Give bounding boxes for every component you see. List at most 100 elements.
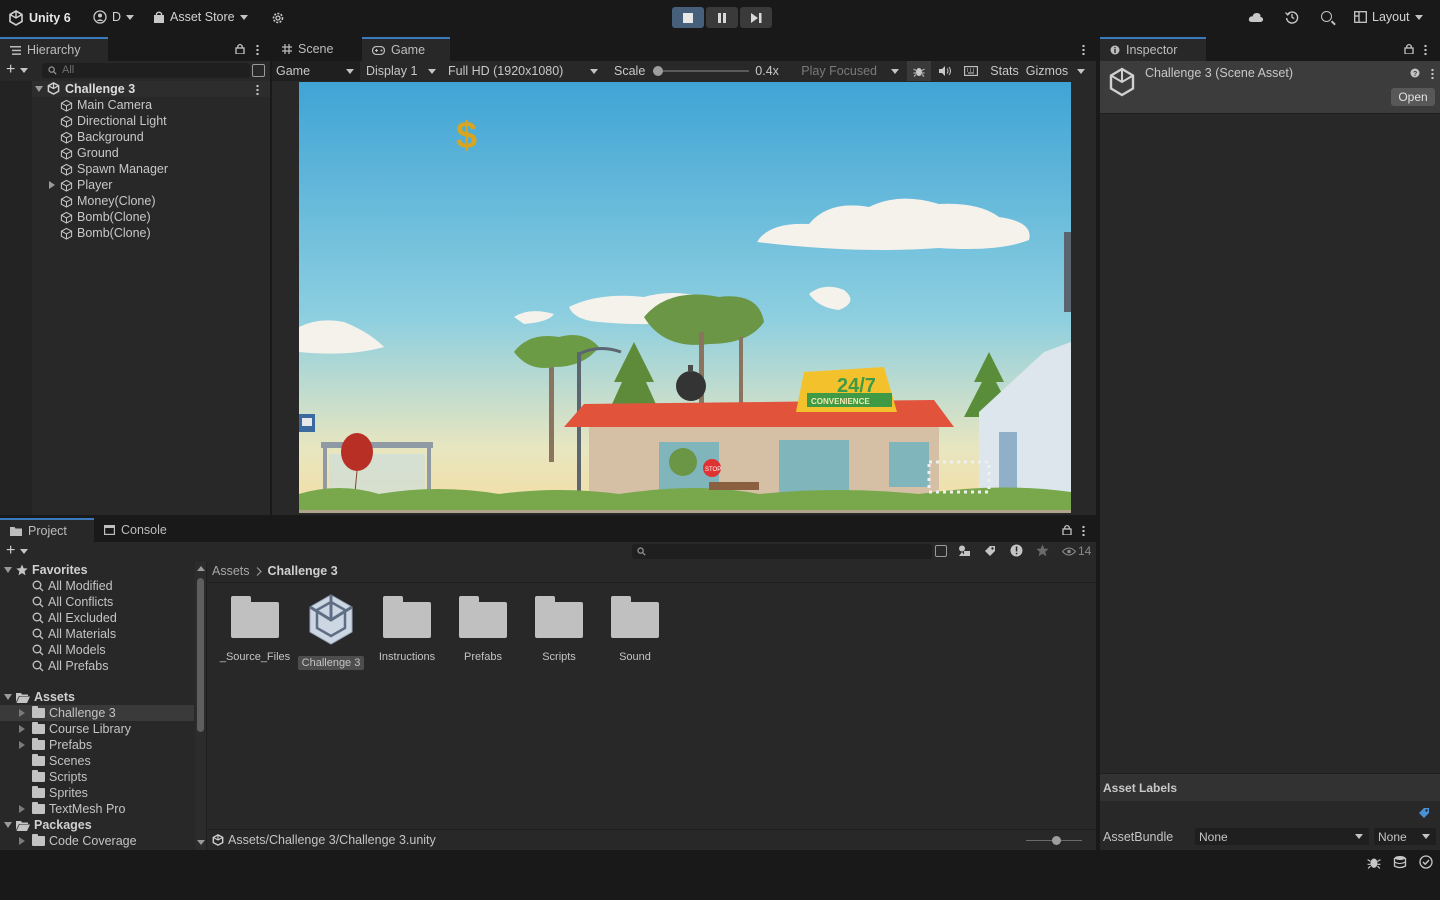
kebab-menu-icon[interactable]	[1431, 68, 1434, 79]
shortcuts-button[interactable]	[959, 61, 983, 81]
frame-debugger-button[interactable]	[907, 61, 932, 81]
breadcrumb-root[interactable]: Assets	[212, 564, 250, 578]
history-button[interactable]	[1285, 10, 1299, 24]
asset-grid-item[interactable]: Scripts	[521, 596, 597, 664]
hidden-packages-toggle[interactable]: 14	[1062, 544, 1091, 558]
asset-grid-item[interactable]: _Source_Files	[217, 596, 293, 664]
check-circle-icon[interactable]	[1419, 855, 1433, 869]
favorite-item[interactable]: All Prefabs	[32, 658, 117, 674]
asset-folder-item[interactable]: Sprites	[32, 785, 131, 801]
expand-arrow-icon[interactable]	[35, 86, 43, 92]
icon-size-slider-thumb[interactable]	[1052, 836, 1061, 845]
lock-icon[interactable]	[1062, 524, 1072, 535]
stats-button[interactable]: Stats	[990, 64, 1019, 78]
expand-arrow-icon[interactable]	[19, 725, 25, 733]
tab-hierarchy[interactable]: Hierarchy	[0, 37, 108, 61]
cache-server-icon[interactable]	[1393, 855, 1407, 869]
expand-arrow-icon[interactable]	[19, 741, 25, 749]
asset-bundle-dropdown[interactable]: None	[1195, 828, 1369, 845]
game-mode-dropdown[interactable]: Game	[272, 61, 360, 81]
scene-header-row[interactable]: Challenge 3	[32, 81, 270, 97]
kebab-menu-icon[interactable]	[256, 44, 259, 55]
step-button[interactable]	[740, 7, 772, 28]
scale-slider[interactable]	[653, 66, 750, 76]
hierarchy-item[interactable]: Bomb(Clone)	[60, 209, 265, 225]
display-dropdown[interactable]: Display 1	[362, 61, 442, 81]
resolution-dropdown[interactable]: Full HD (1920x1080)	[444, 61, 604, 81]
asset-folder-item[interactable]: Scripts	[32, 769, 131, 785]
asset-folder-item[interactable]: Course Library	[19, 721, 131, 737]
scroll-down-icon[interactable]	[197, 840, 205, 845]
favorite-item[interactable]: All Models	[32, 642, 117, 658]
pause-button[interactable]	[706, 7, 738, 28]
kebab-menu-icon[interactable]	[1424, 44, 1427, 55]
stop-button[interactable]	[672, 7, 704, 28]
services-gear-button[interactable]	[271, 11, 285, 25]
log-info-icon[interactable]	[1010, 544, 1023, 557]
expand-arrow-icon[interactable]	[19, 709, 25, 717]
hierarchy-search-input[interactable]: All	[42, 63, 250, 78]
hierarchy-item[interactable]: Main Camera	[60, 97, 265, 113]
expand-arrow-icon[interactable]	[19, 837, 25, 845]
tab-console[interactable]: Console	[94, 518, 184, 542]
debug-mode-icon[interactable]	[1367, 855, 1381, 869]
asset-folder-item[interactable]: Scenes	[32, 753, 131, 769]
cloud-button[interactable]	[1248, 11, 1264, 23]
expand-arrow-icon[interactable]	[4, 567, 12, 573]
expand-arrow-icon[interactable]	[19, 805, 25, 813]
asset-grid-item[interactable]: Challenge 3	[293, 594, 369, 670]
icon-size-slider[interactable]	[1026, 836, 1082, 845]
tab-scene[interactable]: Scene	[272, 37, 360, 61]
tree-scrollbar-thumb[interactable]	[197, 578, 204, 732]
star-icon[interactable]	[1036, 544, 1049, 557]
favorite-item[interactable]: All Modified	[32, 578, 117, 594]
packages-section[interactable]: Packages	[4, 817, 92, 833]
asset-bundle-variant-dropdown[interactable]: None	[1374, 828, 1436, 845]
tree-scrollbar[interactable]	[195, 562, 207, 850]
hierarchy-item[interactable]: Background	[60, 129, 265, 145]
search-options-icon[interactable]	[252, 64, 265, 77]
mute-audio-button[interactable]	[933, 61, 957, 81]
layout-dropdown[interactable]: Layout	[1354, 10, 1423, 24]
favorite-item[interactable]: All Excluded	[32, 610, 117, 626]
asset-folder-item[interactable]: Prefabs	[19, 737, 131, 753]
kebab-menu-icon[interactable]	[1082, 525, 1085, 536]
lock-icon[interactable]	[1404, 43, 1414, 54]
favorite-item[interactable]: All Conflicts	[32, 594, 117, 610]
lock-icon[interactable]	[235, 43, 245, 54]
hierarchy-item[interactable]: Bomb(Clone)	[60, 225, 265, 241]
gizmos-dropdown-icon[interactable]	[1077, 68, 1086, 74]
tab-inspector[interactable]: Inspector	[1100, 37, 1206, 61]
kebab-menu-icon[interactable]	[1082, 44, 1085, 55]
expand-arrow-icon[interactable]	[49, 181, 55, 189]
add-label-button[interactable]	[1418, 807, 1430, 819]
hierarchy-item[interactable]: Money(Clone)	[60, 193, 265, 209]
tab-game[interactable]: Game	[362, 37, 450, 61]
expand-arrow-icon[interactable]	[4, 694, 12, 700]
scale-slider-thumb[interactable]	[653, 66, 664, 76]
asset-store-dropdown[interactable]: Asset Store	[153, 10, 248, 24]
favorite-item[interactable]: All Materials	[32, 626, 117, 642]
project-create-button[interactable]: +	[6, 543, 29, 559]
search-button[interactable]	[1321, 11, 1332, 22]
assets-section[interactable]: Assets	[4, 689, 75, 705]
asset-folder-item[interactable]: Challenge 3	[19, 705, 131, 721]
package-folder-item[interactable]: Code Coverage	[19, 833, 137, 848]
create-button[interactable]: +	[6, 62, 29, 78]
open-button[interactable]: Open	[1391, 88, 1435, 106]
search-options-icon[interactable]	[935, 545, 947, 557]
play-mode-dropdown[interactable]: Play Focused	[797, 61, 906, 81]
filter-by-type-icon[interactable]	[958, 545, 971, 557]
filter-by-label-icon[interactable]	[984, 545, 996, 557]
favorites-section[interactable]: Favorites	[4, 562, 88, 578]
selected-asset-path[interactable]: Assets/Challenge 3/Challenge 3.unity	[212, 833, 436, 847]
account-dropdown[interactable]: D	[93, 10, 135, 24]
breadcrumb-current[interactable]: Challenge 3	[268, 564, 338, 578]
tab-project[interactable]: Project	[0, 518, 94, 542]
asset-grid-item[interactable]: Prefabs	[445, 596, 521, 664]
asset-grid-item[interactable]: Instructions	[369, 596, 445, 664]
game-viewport[interactable]: 24/7 CONVENIENCE $ STOP	[299, 82, 1071, 513]
hierarchy-item[interactable]: Directional Light	[60, 113, 265, 129]
asset-grid-item[interactable]: Sound	[597, 596, 673, 664]
kebab-menu-icon[interactable]	[256, 84, 259, 95]
